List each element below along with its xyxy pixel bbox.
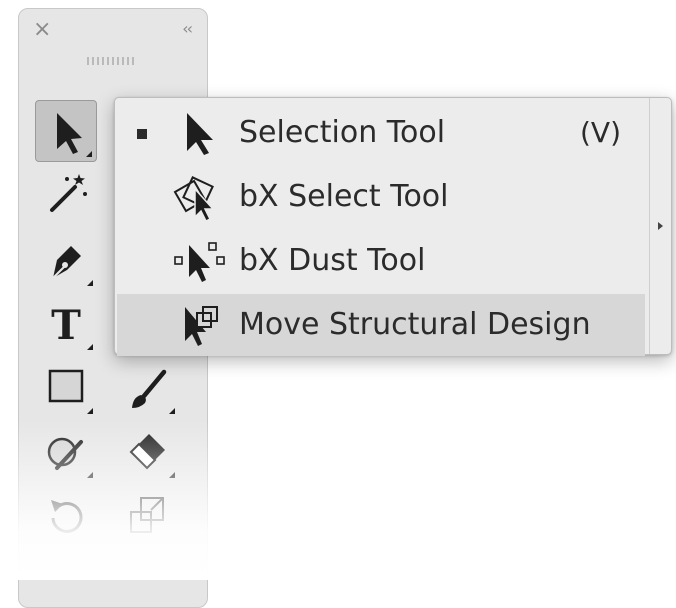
flyout-tearoff-strip[interactable] bbox=[649, 98, 671, 354]
flyout-indicator-icon bbox=[87, 472, 93, 478]
bx-select-icon bbox=[173, 176, 215, 223]
rotate-tool[interactable] bbox=[35, 484, 97, 546]
menu-item-selection-tool[interactable]: Selection Tool (V) bbox=[117, 102, 645, 164]
eraser-tool[interactable] bbox=[117, 420, 179, 482]
menu-item-label: Move Structural Design bbox=[239, 307, 591, 342]
flyout-indicator-icon bbox=[87, 344, 93, 350]
move-structural-design-icon bbox=[185, 306, 218, 346]
flyout-indicator-icon bbox=[169, 408, 175, 414]
current-tool-bullet-icon bbox=[137, 129, 147, 139]
selection-tool[interactable] bbox=[35, 100, 97, 162]
flyout-indicator-icon bbox=[86, 151, 92, 157]
svg-text:T: T bbox=[51, 302, 81, 349]
magic-wand-tool[interactable] bbox=[35, 164, 97, 226]
menu-item-move-structural-design[interactable]: Move Structural Design bbox=[117, 294, 645, 356]
close-icon[interactable]: × bbox=[33, 19, 51, 41]
collapse-double-chevron-icon[interactable]: ‹‹ bbox=[182, 19, 193, 39]
menu-item-label: Selection Tool bbox=[239, 115, 446, 150]
tearoff-arrow-icon bbox=[658, 222, 663, 230]
menu-item-label: bX Select Tool bbox=[239, 179, 449, 214]
menu-item-label: bX Dust Tool bbox=[239, 243, 426, 278]
rotate-icon bbox=[51, 500, 83, 533]
selection-arrow-icon bbox=[187, 113, 213, 155]
pen-tool[interactable] bbox=[35, 228, 97, 290]
flyout-indicator-icon bbox=[87, 408, 93, 414]
paintbrush-tool[interactable] bbox=[117, 356, 179, 418]
scale-icon bbox=[130, 497, 164, 533]
flyout-indicator-icon bbox=[87, 280, 93, 286]
panel-grip-icon[interactable] bbox=[86, 57, 138, 65]
rectangle-tool[interactable] bbox=[35, 356, 97, 418]
scale-tool[interactable] bbox=[117, 484, 179, 546]
shaper-tool[interactable] bbox=[35, 420, 97, 482]
selection-tool-flyout-menu: Selection Tool (V) bX Select Tool bX Dus… bbox=[114, 97, 672, 356]
flyout-indicator-icon bbox=[169, 472, 175, 478]
magic-wand-icon bbox=[50, 174, 87, 212]
bx-dust-icon bbox=[174, 242, 225, 282]
menu-item-bx-dust-tool[interactable]: bX Dust Tool bbox=[117, 230, 645, 292]
menu-item-shortcut: (V) bbox=[579, 116, 621, 149]
type-tool[interactable]: T bbox=[35, 292, 97, 354]
menu-item-bx-select-tool[interactable]: bX Select Tool bbox=[117, 166, 645, 228]
